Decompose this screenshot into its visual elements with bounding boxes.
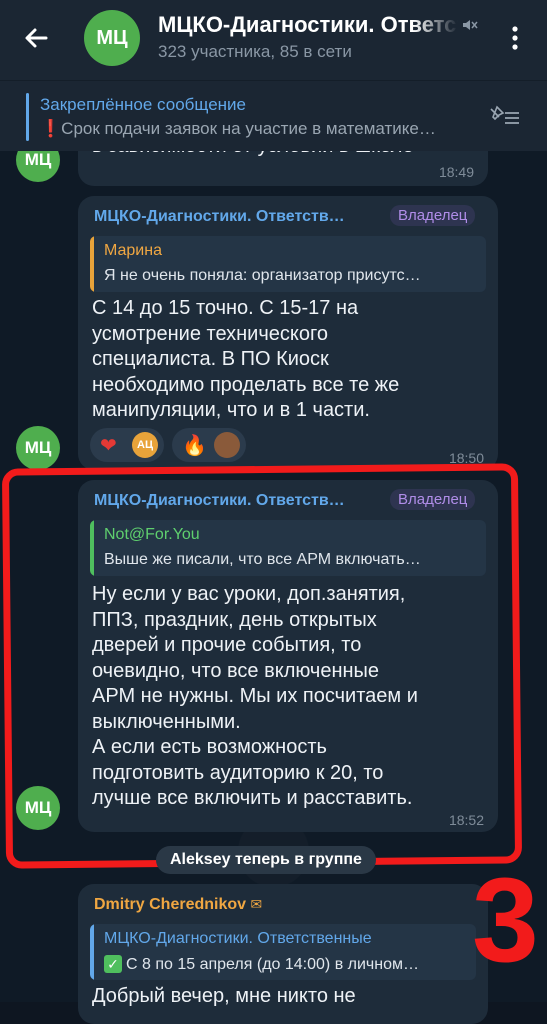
reply-bar bbox=[90, 924, 94, 980]
reply-text: ✓ С 8 по 15 апреля (до 14:00) в личном… bbox=[104, 955, 466, 974]
reply-author: Марина bbox=[104, 242, 162, 259]
email-icon: ✉ bbox=[250, 896, 263, 912]
reply-quote[interactable]: Марина Я не очень поняла: организатор пр… bbox=[90, 236, 486, 292]
pinned-title: Закреплённое сообщение bbox=[40, 95, 246, 114]
reply-text: Я не очень поняла: организатор присутс… bbox=[104, 267, 421, 284]
owner-badge: Владелец bbox=[390, 205, 476, 226]
message-bubble[interactable]: МЦКО-Диагностики. Ответств… Владелец Мар… bbox=[78, 196, 498, 470]
message-time: 18:49 bbox=[438, 164, 474, 180]
reactor-avatar-dog bbox=[214, 432, 240, 458]
reply-bar bbox=[90, 236, 94, 292]
pinned-indicator bbox=[26, 93, 29, 141]
sender-name[interactable]: МЦКО-Диагностики. Ответств… bbox=[94, 208, 345, 226]
pinned-text: ❗Срок подачи заявок на участие в математ… bbox=[40, 119, 436, 138]
pinned-message-bar[interactable]: Закреплённое сообщение ❗Срок подачи заяв… bbox=[0, 80, 547, 151]
chat-header: МЦ МЦКО-Диагностики. Ответственные 323 у… bbox=[0, 0, 547, 80]
fire-icon: 🔥 bbox=[182, 435, 207, 457]
more-menu-icon[interactable] bbox=[505, 22, 525, 54]
chat-title[interactable]: МЦКО-Диагностики. Ответственные bbox=[158, 12, 458, 38]
check-icon: ✓ bbox=[104, 955, 122, 973]
sender-avatar[interactable]: МЦ bbox=[16, 426, 60, 470]
heart-icon: ❤ bbox=[100, 435, 117, 457]
message-text: С 14 до 15 точно. С 15-17 на усмотрение … bbox=[92, 297, 400, 421]
chat-avatar[interactable]: МЦ bbox=[84, 10, 140, 66]
chat-subtitle: 323 участника, 85 в сети bbox=[158, 42, 352, 61]
reply-quote[interactable]: МЦКО-Диагностики. Ответственные ✓ С 8 по … bbox=[90, 924, 476, 980]
annotation-number: 3 bbox=[472, 853, 539, 987]
reply-author: МЦКО-Диагностики. Ответственные bbox=[104, 930, 372, 947]
service-message: Aleksey теперь в группе bbox=[156, 846, 376, 874]
back-arrow-icon[interactable] bbox=[20, 22, 52, 54]
reaction-fire[interactable]: 🔥 bbox=[172, 428, 246, 462]
message-bubble-next[interactable]: Dmitry Cherednikov ✉ МЦКО-Диагностики. О… bbox=[78, 884, 488, 1024]
sender-name[interactable]: Dmitry Cherednikov ✉ bbox=[94, 896, 262, 914]
pinned-list-icon[interactable] bbox=[487, 105, 521, 129]
highlight-frame bbox=[1, 463, 523, 869]
exclamation-icon: ❗ bbox=[40, 119, 62, 138]
reactor-avatar: АЦ bbox=[132, 432, 158, 458]
mute-icon bbox=[463, 20, 478, 30]
message-text: Добрый вечер, мне никто не bbox=[92, 985, 356, 1007]
reaction-heart[interactable]: ❤ АЦ bbox=[90, 428, 164, 462]
